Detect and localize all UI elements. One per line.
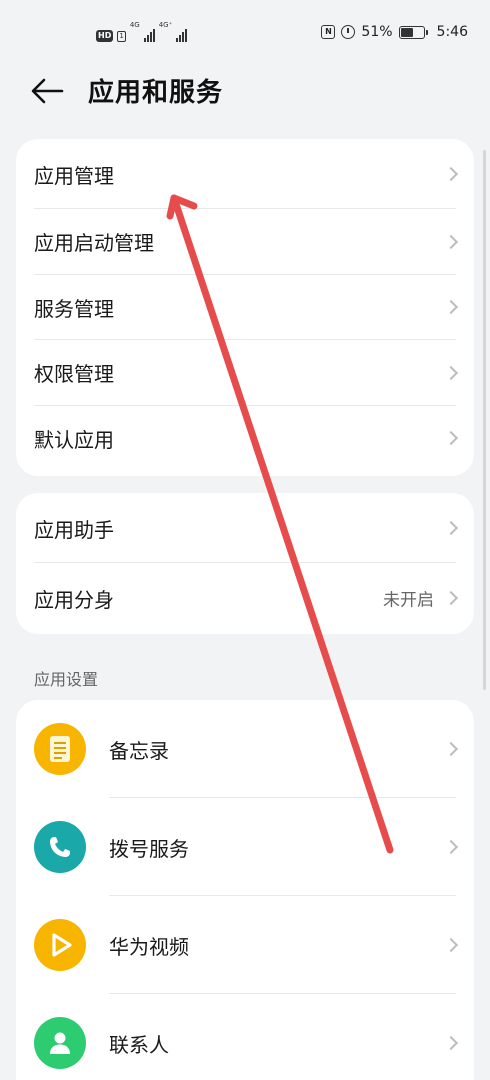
phone-icon bbox=[34, 821, 86, 873]
list-item-label: 应用启动管理 bbox=[34, 231, 154, 256]
clock: 5:46 bbox=[436, 24, 468, 40]
back-arrow-icon bbox=[31, 78, 64, 104]
status-bar: HD 1 4G 4G⁺ N 51% 5:46 bbox=[0, 0, 490, 62]
chevron-right-icon bbox=[443, 590, 459, 606]
network-type-1: 4G bbox=[129, 21, 140, 29]
page-title: 应用和服务 bbox=[88, 78, 224, 108]
chevron-right-icon bbox=[443, 234, 459, 249]
battery-icon bbox=[398, 25, 428, 39]
network-type-2: 4G⁺ bbox=[158, 21, 173, 29]
list-item-label: 应用分身 bbox=[34, 587, 114, 612]
sim-badge: 1 bbox=[117, 31, 126, 42]
scrollbar[interactable] bbox=[483, 150, 486, 690]
back-button[interactable] bbox=[30, 76, 64, 106]
nfc-icon: N bbox=[321, 25, 336, 39]
chevron-right-icon bbox=[443, 431, 459, 446]
section-title-app-settings: 应用设置 bbox=[34, 670, 99, 689]
app-management-group: 应用管理 应用启动管理 服务管理 权限管理 默认应用 bbox=[16, 139, 474, 476]
list-item-app-launch[interactable]: 应用启动管理 bbox=[16, 209, 474, 275]
chevron-right-icon bbox=[443, 1035, 459, 1051]
chevron-right-icon bbox=[443, 741, 459, 757]
contacts-icon bbox=[34, 1017, 86, 1069]
list-item-app-assistant[interactable]: 应用助手 bbox=[16, 493, 474, 563]
system-indicators: N 51% 5:46 bbox=[321, 20, 468, 44]
list-item-default-apps[interactable]: 默认应用 bbox=[16, 406, 474, 472]
header: 应用和服务 bbox=[0, 62, 490, 122]
list-item-label: 备忘录 bbox=[109, 738, 169, 763]
chevron-right-icon bbox=[443, 365, 459, 380]
battery-percent: 51% bbox=[361, 24, 393, 40]
list-item-permission-management[interactable]: 权限管理 bbox=[16, 340, 474, 406]
signal-icon bbox=[143, 28, 155, 42]
list-item-label: 应用助手 bbox=[34, 517, 114, 542]
list-item-label: 服务管理 bbox=[34, 296, 114, 321]
list-item-contacts[interactable]: 联系人 bbox=[16, 994, 474, 1080]
chevron-right-icon bbox=[443, 300, 459, 315]
play-icon bbox=[34, 919, 86, 971]
notepad-icon bbox=[34, 723, 86, 775]
list-item-label: 权限管理 bbox=[34, 362, 114, 387]
chevron-right-icon bbox=[443, 520, 459, 536]
list-item-label: 应用管理 bbox=[34, 163, 114, 188]
chevron-right-icon bbox=[443, 839, 459, 855]
signal-icon-2 bbox=[176, 28, 188, 42]
list-item-label: 联系人 bbox=[109, 1032, 169, 1057]
list-item-app-twin[interactable]: 应用分身 未开启 bbox=[16, 563, 474, 633]
list-item-label: 华为视频 bbox=[109, 934, 189, 959]
list-item-notepad[interactable]: 备忘录 bbox=[16, 700, 474, 798]
chevron-right-icon bbox=[443, 937, 459, 953]
network-indicators: HD 1 4G 4G⁺ bbox=[96, 21, 188, 42]
list-item-label: 拨号服务 bbox=[109, 836, 189, 861]
app-settings-group: 备忘录 拨号服务 华为视频 联系人 bbox=[16, 700, 474, 1080]
app-assistant-group: 应用助手 应用分身 未开启 bbox=[16, 493, 474, 634]
status-value: 未开启 bbox=[383, 590, 434, 611]
list-item-label: 默认应用 bbox=[34, 427, 114, 452]
list-item-service-management[interactable]: 服务管理 bbox=[16, 275, 474, 340]
alarm-icon bbox=[341, 25, 356, 39]
hd-badge: HD bbox=[96, 30, 114, 42]
list-item-huawei-video[interactable]: 华为视频 bbox=[16, 896, 474, 994]
chevron-right-icon bbox=[443, 166, 459, 182]
list-item-app-management[interactable]: 应用管理 bbox=[16, 139, 474, 209]
list-item-dialer[interactable]: 拨号服务 bbox=[16, 798, 474, 896]
